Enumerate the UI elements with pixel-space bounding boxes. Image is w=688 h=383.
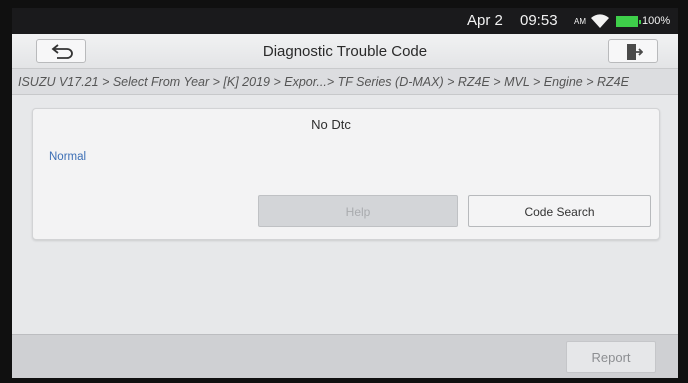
- title-bar: Diagnostic Trouble Code: [12, 34, 678, 69]
- status-time: 09:53: [520, 12, 558, 29]
- exit-button[interactable]: [608, 39, 658, 63]
- battery-icon: [616, 16, 641, 27]
- device-screen: Apr 2 09:53 AM 100% Diagnostic Trouble C…: [12, 8, 678, 378]
- status-date: Apr 2: [467, 12, 503, 29]
- system-status: Normal: [49, 151, 87, 163]
- status-bar: Apr 2 09:53 AM 100%: [12, 8, 678, 34]
- dtc-result-card: No Dtc Normal Help Code Search: [32, 108, 660, 240]
- status-ampm: AM: [574, 17, 586, 26]
- breadcrumb: ISUZU V17.21 > Select From Year > [K] 20…: [12, 69, 678, 95]
- page-title: Diagnostic Trouble Code: [262, 43, 428, 60]
- dtc-message: No Dtc: [311, 117, 351, 132]
- battery-level: 100%: [642, 15, 671, 27]
- exit-icon: [627, 44, 643, 60]
- wifi-icon: [591, 14, 609, 28]
- code-search-button[interactable]: Code Search: [468, 195, 651, 227]
- report-button[interactable]: Report: [566, 341, 656, 373]
- help-button[interactable]: Help: [258, 195, 458, 227]
- footer-bar: Report: [12, 334, 678, 378]
